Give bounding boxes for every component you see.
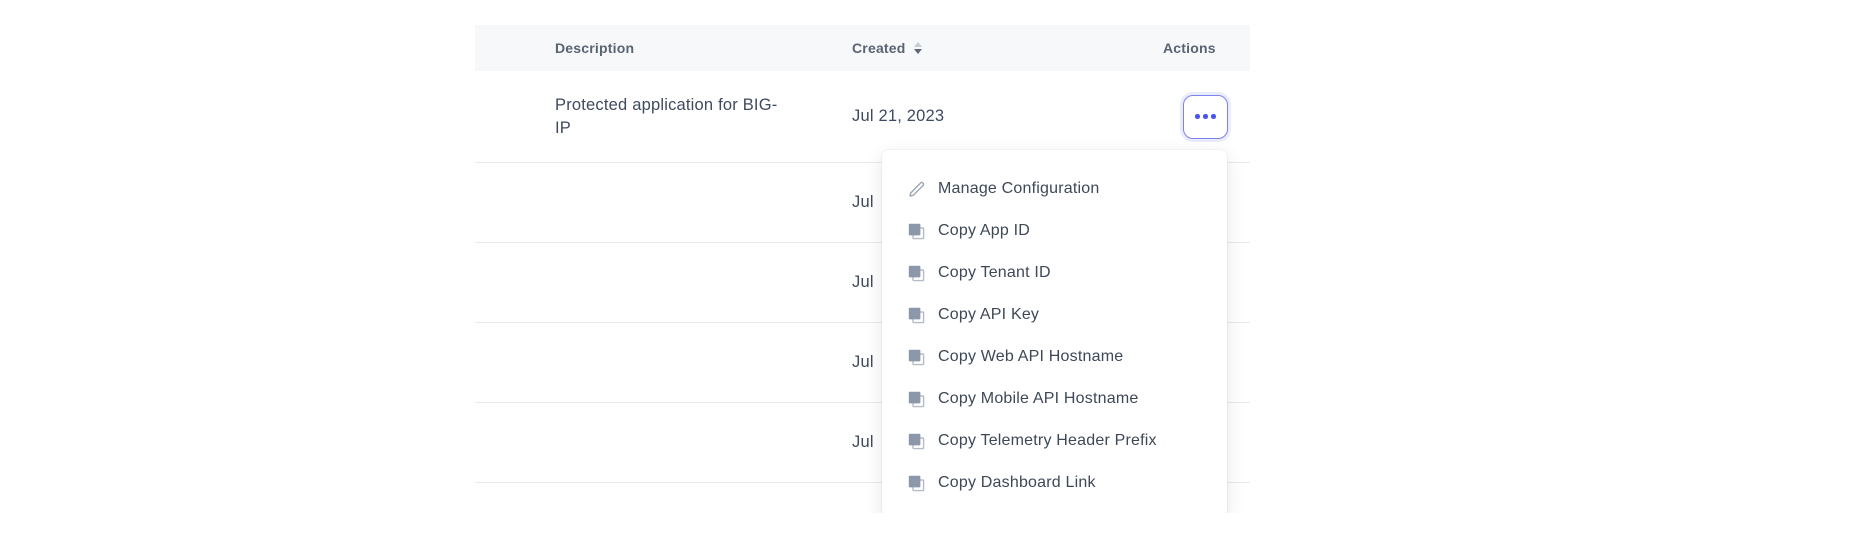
menu-item-copy-web-api-hostname[interactable]: Copy Web API Hostname xyxy=(882,336,1227,378)
menu-item-label: Copy Telemetry Header Prefix xyxy=(938,432,1157,450)
menu-item-copy-app-id[interactable]: Copy App ID xyxy=(882,210,1227,252)
menu-item-label: Copy API Key xyxy=(938,306,1039,324)
menu-item-label: Copy App ID xyxy=(938,222,1030,240)
description-cell: Protected application for BIG-IP xyxy=(475,94,852,140)
pencil-icon xyxy=(907,180,926,199)
copy-icon xyxy=(907,264,926,283)
menu-item-label: Copy Dashboard Link xyxy=(938,474,1096,492)
sort-down-arrow-icon xyxy=(914,49,922,54)
description-text: Protected application for BIG-IP xyxy=(555,94,783,140)
copy-icon xyxy=(907,348,926,367)
column-header-created-label: Created xyxy=(852,40,906,56)
menu-item-manage-configuration[interactable]: Manage Configuration xyxy=(882,168,1227,210)
actions-dropdown-menu: Manage Configuration Copy App ID xyxy=(882,150,1227,513)
copy-icon xyxy=(907,222,926,241)
menu-item-copy-tenant-id[interactable]: Copy Tenant ID xyxy=(882,252,1227,294)
table-row: Protected application for BIG-IP Jul 21,… xyxy=(475,71,1250,162)
copy-icon xyxy=(907,432,926,451)
row-actions-button[interactable] xyxy=(1183,95,1228,139)
sort-icon[interactable] xyxy=(914,42,922,54)
column-header-description-label: Description xyxy=(555,40,634,56)
copy-icon xyxy=(907,306,926,325)
menu-item-copy-api-key[interactable]: Copy API Key xyxy=(882,294,1227,336)
menu-item-copy-mobile-api-hostname[interactable]: Copy Mobile API Hostname xyxy=(882,378,1227,420)
actions-cell xyxy=(1140,95,1250,139)
sort-up-arrow-icon xyxy=(914,42,922,47)
menu-item-label: Manage Configuration xyxy=(938,180,1099,198)
content-area: Description Created Actions Protected ap… xyxy=(0,0,1866,513)
ellipsis-icon xyxy=(1195,114,1200,119)
created-cell: Jul 21, 2023 xyxy=(852,107,1140,126)
column-header-description[interactable]: Description xyxy=(475,40,852,56)
column-header-actions: Actions xyxy=(1140,40,1250,56)
menu-item-label: Copy Tenant ID xyxy=(938,264,1051,282)
menu-item-copy-dashboard-link[interactable]: Copy Dashboard Link xyxy=(882,462,1227,504)
menu-item-label: Copy Web API Hostname xyxy=(938,348,1123,366)
column-header-created[interactable]: Created xyxy=(852,40,1140,56)
page: Description Created Actions Protected ap… xyxy=(0,0,1866,536)
column-header-actions-label: Actions xyxy=(1163,40,1216,56)
copy-icon xyxy=(907,390,926,409)
table-header-row: Description Created Actions xyxy=(475,25,1250,71)
copy-icon xyxy=(907,474,926,493)
menu-item-copy-telemetry-header-prefix[interactable]: Copy Telemetry Header Prefix xyxy=(882,420,1227,462)
menu-item-label: Copy Mobile API Hostname xyxy=(938,390,1138,408)
